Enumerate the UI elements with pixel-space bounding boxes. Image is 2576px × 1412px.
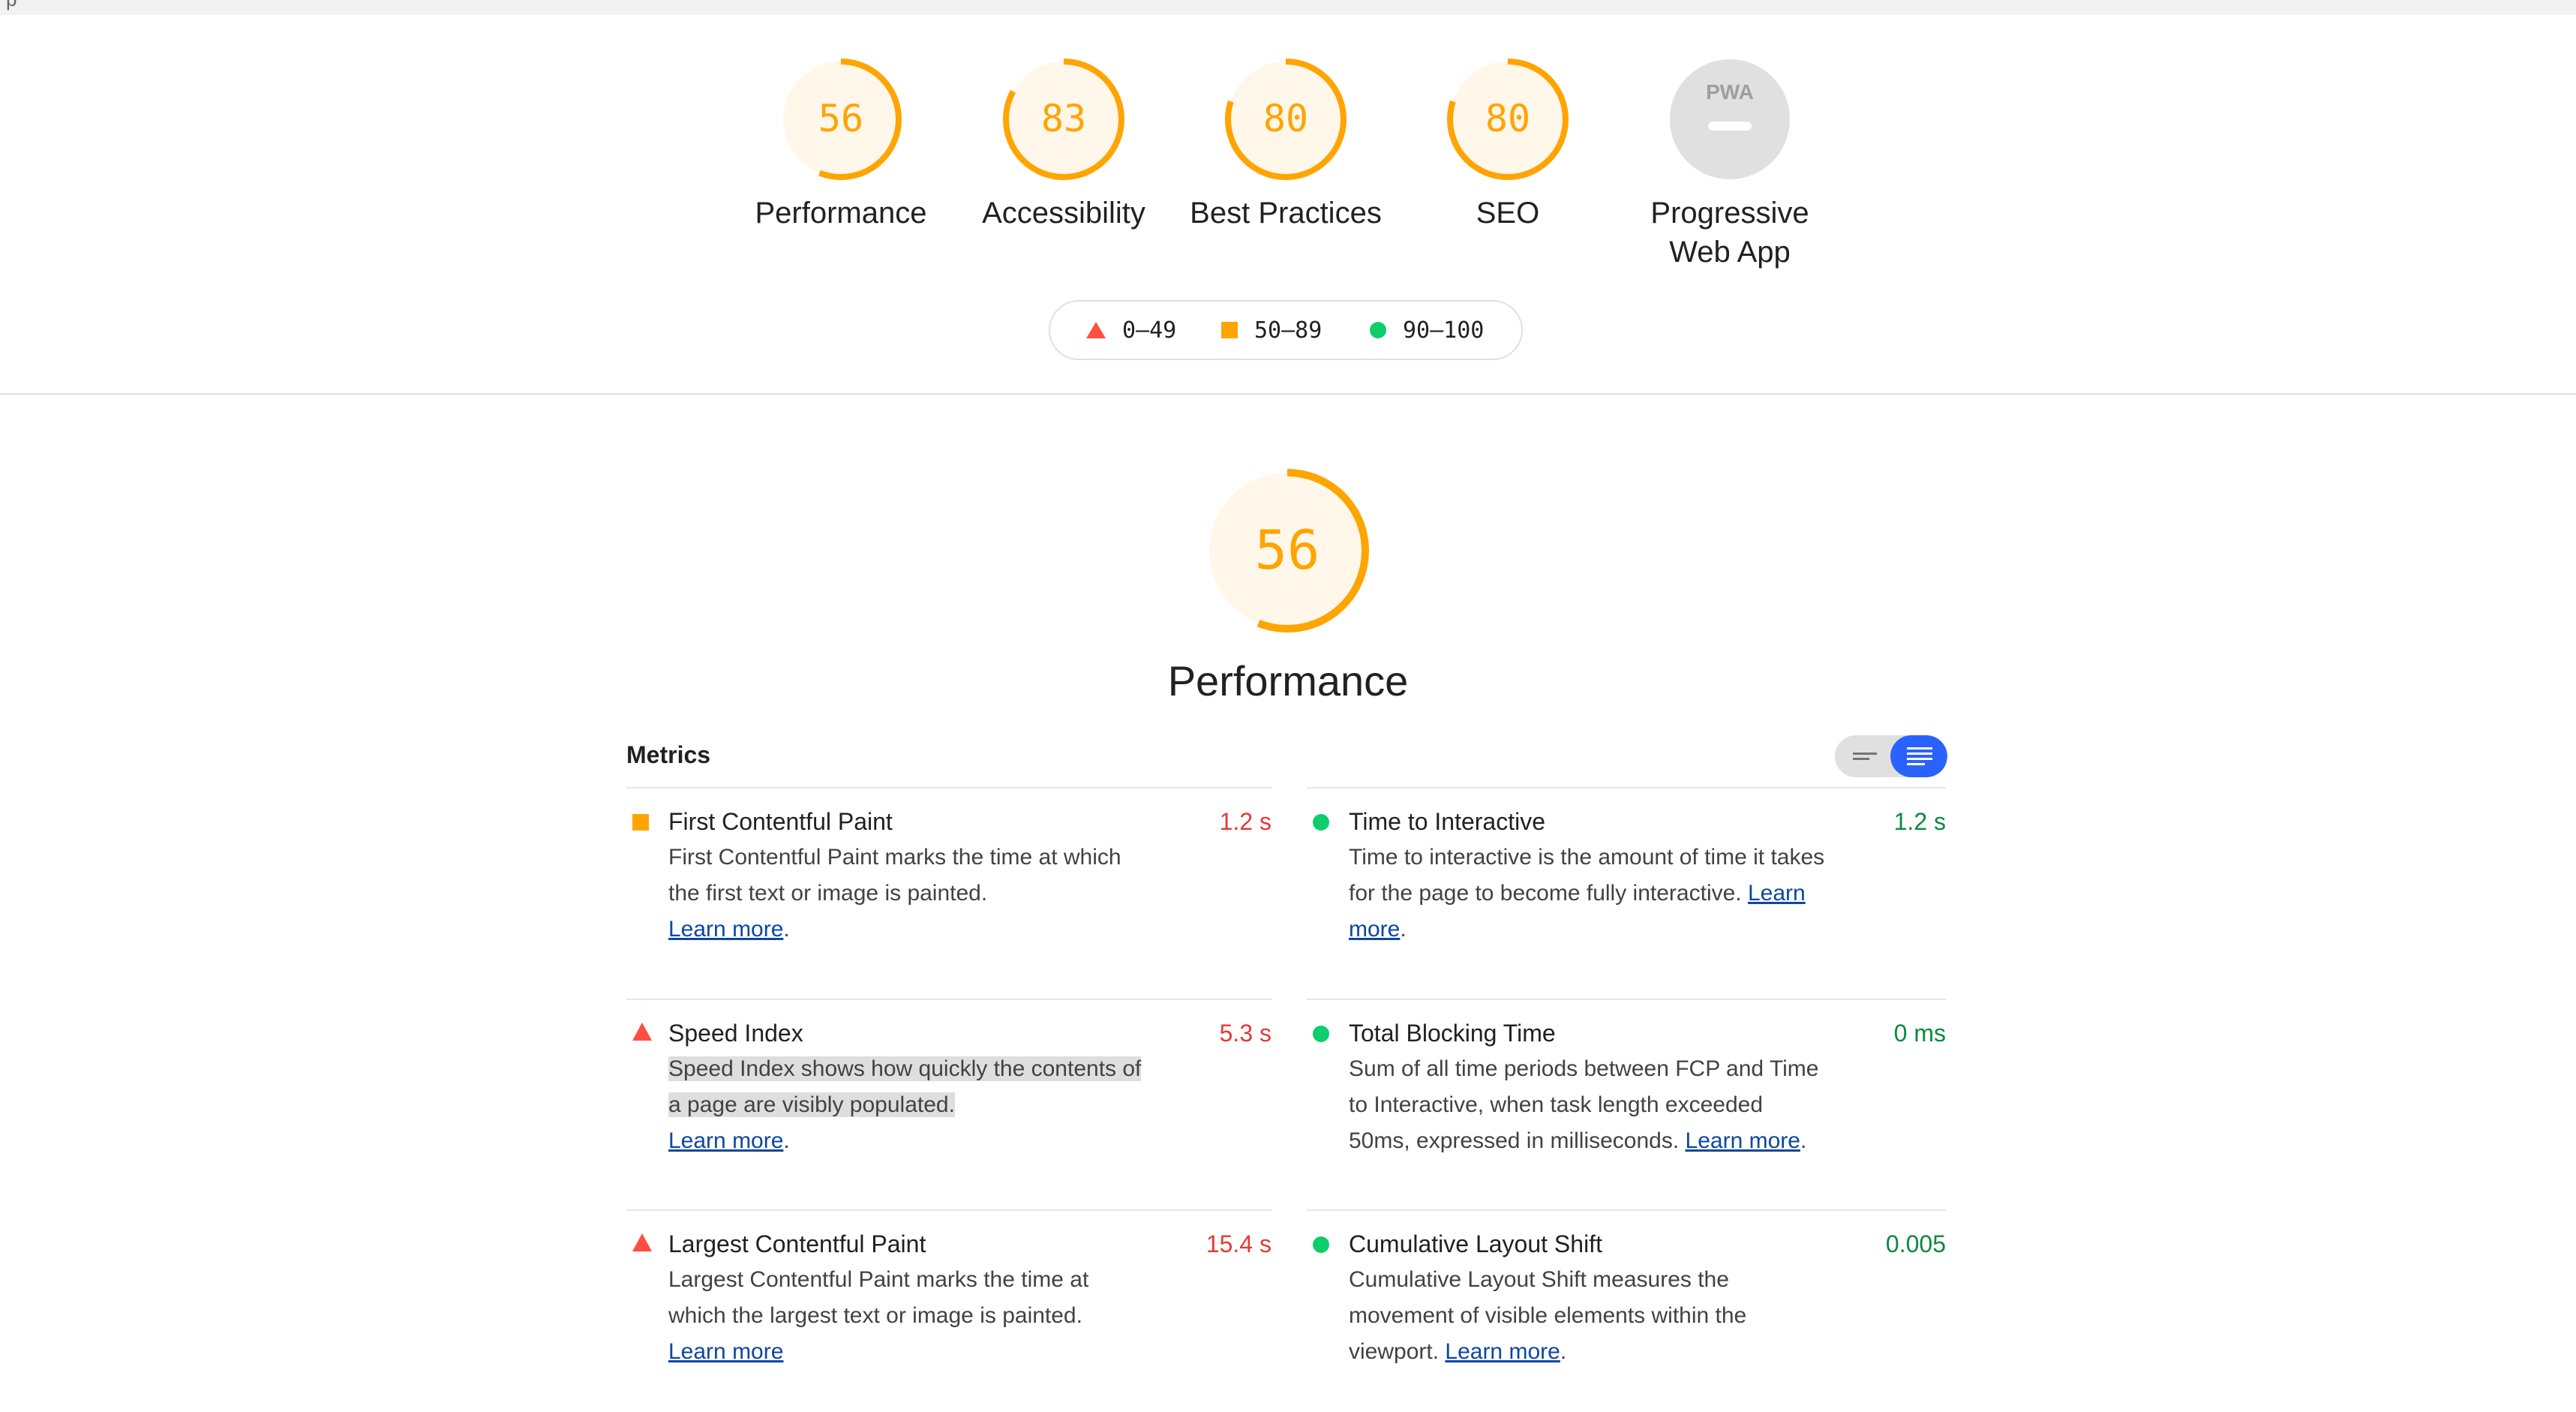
metric-description-text: Largest Contentful Paint marks the time …	[668, 1267, 1089, 1328]
pass-circle-icon	[1313, 1026, 1329, 1042]
metric-title: Largest Contentful Paint	[668, 1230, 926, 1257]
metrics-view-toggle[interactable]	[1835, 735, 1947, 777]
short-lines-icon	[1853, 753, 1877, 760]
metrics-separator	[1307, 787, 1946, 789]
performance-score: 56	[1255, 518, 1320, 581]
metric-value: 1.2 s	[1219, 808, 1271, 835]
metric-title: Speed Index	[668, 1020, 803, 1047]
gauge-seo-label: SEO	[1476, 197, 1540, 230]
metrics-separator	[626, 999, 1271, 1000]
metrics-separator	[1307, 999, 1946, 1000]
gauge-pwa-label-line2: Web App	[1669, 236, 1791, 269]
gauge-best-practices-ring: 80	[1225, 59, 1347, 180]
gauge-performance[interactable]: 56 Performance	[728, 56, 953, 233]
top-bar: p	[0, 0, 2576, 15]
average-square-icon	[632, 814, 649, 831]
metric-description: Sum of all time periods between FCP and …	[1349, 1056, 1819, 1153]
metric-title: First Contentful Paint	[668, 808, 893, 835]
gauge-accessibility[interactable]: 83 Accessibility	[951, 56, 1176, 233]
average-square-icon	[1221, 322, 1238, 338]
gauge-accessibility-ring: 83	[1003, 59, 1124, 180]
gauge-pwa-label-line1: Progressive	[1650, 197, 1809, 230]
performance-gauge: 56	[1205, 469, 1369, 632]
gauge-best-practices[interactable]: 80 Best Practices	[1173, 56, 1398, 233]
metric-title: Total Blocking Time	[1349, 1020, 1556, 1047]
metric-description: Largest Contentful Paint marks the time …	[668, 1262, 1148, 1370]
pwa-badge-text: PWA	[1706, 80, 1754, 104]
expanded-view-button[interactable]	[1890, 735, 1947, 777]
pass-circle-icon	[1370, 322, 1386, 338]
pwa-badge-icon: PWA	[1670, 59, 1790, 179]
top-bar-text: p	[6, 0, 17, 11]
metric-description: Time to interactive is the amount of tim…	[1349, 845, 1825, 942]
metric-description-text: First Contentful Paint marks the time at…	[668, 845, 1121, 906]
metric-description: First Contentful Paint marks the time at…	[668, 845, 1121, 942]
legend-average-label: 50–89	[1254, 317, 1323, 344]
gauge-best-practices-score: 80	[1263, 97, 1308, 140]
metric-description: Cumulative Layout Shift measures the mov…	[1349, 1267, 1747, 1364]
score-legend: 0–49 50–89 90–100	[1049, 300, 1523, 360]
gauge-accessibility-label: Accessibility	[982, 197, 1145, 230]
category-gauges: 56 Performance 83 Accessibility 80 Best …	[0, 56, 2576, 281]
metric-value: 5.3 s	[1219, 1020, 1271, 1047]
performance-title: Performance	[1167, 657, 1409, 704]
legend-fail-label: 0–49	[1122, 317, 1177, 344]
metrics-separator	[626, 1209, 1271, 1211]
metric-value: 0.005	[1885, 1230, 1946, 1257]
legend-pass: 90–100	[1370, 302, 1484, 359]
metrics-separator	[1307, 1209, 1946, 1211]
section-divider	[0, 393, 2576, 395]
metrics-separator	[626, 787, 1271, 789]
legend-average: 50–89	[1221, 302, 1322, 359]
legend-fail: 0–49	[1086, 302, 1176, 359]
gauge-pwa-label: Progressive Web App	[1617, 194, 1842, 272]
learn-more-link[interactable]: Learn more	[668, 1339, 783, 1364]
learn-more-link[interactable]: Learn more	[668, 1128, 783, 1153]
metric-value: 0 ms	[1893, 1020, 1946, 1047]
gauge-pwa[interactable]: PWA Progressive Web App	[1617, 56, 1842, 272]
pass-circle-icon	[1313, 1236, 1329, 1253]
metric-value: 15.4 s	[1205, 1230, 1271, 1257]
metrics-heading: Metrics	[626, 741, 711, 768]
gauge-seo[interactable]: 80 SEO	[1395, 56, 1620, 233]
metric-description: Speed Index shows how quickly the conten…	[668, 1056, 1142, 1153]
gauge-performance-label: Performance	[755, 197, 927, 230]
collapsed-view-button[interactable]	[1835, 735, 1890, 777]
gauge-accessibility-score: 83	[1041, 97, 1086, 140]
fail-triangle-icon	[632, 1023, 652, 1041]
long-lines-icon	[1907, 747, 1932, 765]
gauge-performance-ring: 56	[780, 59, 902, 180]
learn-more-link[interactable]: Learn more	[1445, 1339, 1560, 1364]
legend-pass-label: 90–100	[1403, 317, 1485, 344]
metric-title: Time to Interactive	[1349, 808, 1546, 835]
learn-more-link[interactable]: Learn more	[668, 917, 783, 942]
metric-description-text: Speed Index shows how quickly the conten…	[668, 1056, 1142, 1117]
fail-triangle-icon	[632, 1233, 652, 1251]
learn-more-link[interactable]: Learn more	[1686, 1128, 1800, 1153]
gauge-seo-ring: 80	[1447, 59, 1569, 180]
gauge-best-practices-label: Best Practices	[1190, 197, 1382, 230]
fail-triangle-icon	[1086, 322, 1106, 338]
gauge-performance-score: 56	[818, 97, 863, 140]
pass-circle-icon	[1313, 814, 1329, 831]
gauge-seo-score: 80	[1485, 97, 1530, 140]
metric-title: Cumulative Layout Shift	[1349, 1230, 1602, 1257]
metric-value: 1.2 s	[1893, 808, 1946, 835]
